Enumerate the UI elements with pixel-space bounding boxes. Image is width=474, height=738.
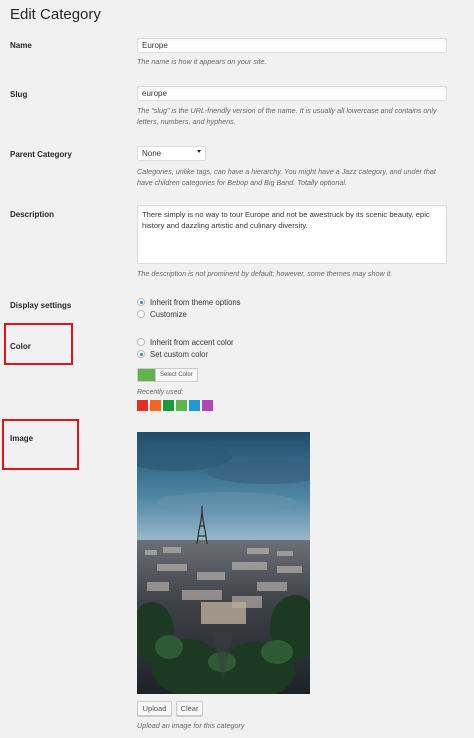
description-help: The description is not prominent by defa… (137, 269, 393, 278)
slug-label: Slug (10, 90, 28, 99)
image-help: Upload an image for this category (137, 721, 245, 730)
radio-checked-icon[interactable] (137, 350, 145, 358)
slug-help: The “slug” is the URL-friendly version o… (137, 105, 467, 127)
name-label: Name (10, 41, 32, 50)
name-input[interactable]: Europe (137, 38, 447, 53)
radio-checked-icon[interactable] (137, 298, 145, 306)
category-image-preview (137, 432, 310, 694)
parent-category-select[interactable]: None (137, 146, 206, 161)
recent-color-chip[interactable] (189, 400, 200, 411)
description-label: Description (10, 210, 55, 219)
recent-color-chip[interactable] (163, 400, 174, 411)
recent-color-chip[interactable] (176, 400, 187, 411)
recent-colors-palette (137, 400, 213, 411)
recent-color-chip[interactable] (202, 400, 213, 411)
page-title: Edit Category (10, 6, 101, 23)
slug-help-line-1: The “slug” is the URL-friendly version o… (137, 106, 437, 115)
slug-help-line-2: letters, numbers, and hyphens. (137, 117, 236, 126)
color-inherit-label: Inherit from accent color (150, 337, 234, 347)
image-label: Image (10, 434, 34, 443)
color-custom-option[interactable]: Set custom color (137, 349, 208, 359)
current-color-swatch[interactable] (138, 369, 155, 381)
parent-category-label: Parent Category (10, 150, 72, 159)
upload-button[interactable]: Upload (137, 701, 172, 716)
chevron-down-icon (197, 150, 201, 153)
clear-button[interactable]: Clear (176, 701, 203, 716)
recent-color-chip[interactable] (137, 400, 148, 411)
display-settings-label: Display settings (10, 301, 72, 310)
recent-color-chip[interactable] (150, 400, 161, 411)
parent-help-line-1: Categories, unlike tags, can have a hier… (137, 167, 436, 176)
display-inherit-label: Inherit from theme options (150, 297, 241, 307)
parent-category-help: Categories, unlike tags, can have a hier… (137, 166, 467, 188)
color-picker[interactable]: Select Color (137, 368, 198, 382)
radio-icon[interactable] (137, 338, 145, 346)
slug-input[interactable]: europe (137, 86, 447, 101)
image-highlight-box (2, 419, 79, 470)
color-label: Color (10, 342, 31, 351)
select-color-button[interactable]: Select Color (155, 369, 197, 381)
color-custom-label: Set custom color (150, 349, 209, 359)
radio-icon[interactable] (137, 310, 145, 318)
recently-used-label: Recently used: (137, 389, 184, 396)
name-help: The name is how it appears on your site. (137, 57, 267, 66)
parent-category-value: None (142, 149, 162, 158)
display-customize-label: Customize (150, 309, 187, 319)
parent-help-line-2: have children categories for Bebop and B… (137, 178, 347, 187)
display-customize-option[interactable]: Customize (137, 309, 187, 319)
description-textarea[interactable]: There simply is no way to tour Europe an… (137, 205, 447, 264)
color-inherit-option[interactable]: Inherit from accent color (137, 337, 234, 347)
display-inherit-option[interactable]: Inherit from theme options (137, 297, 241, 307)
